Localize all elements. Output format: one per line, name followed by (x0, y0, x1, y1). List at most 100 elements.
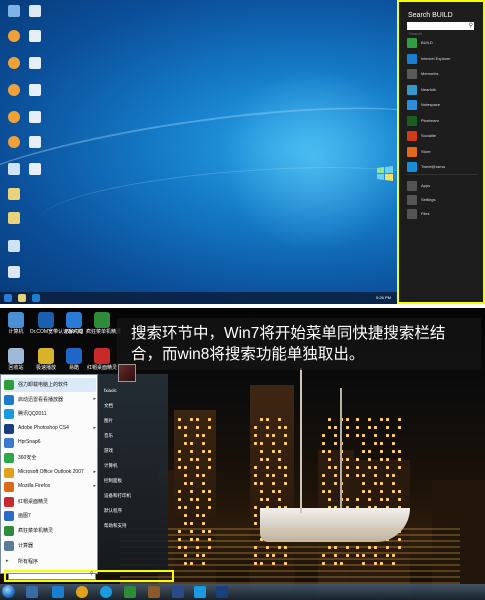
desktop-icon[interactable] (3, 57, 25, 69)
system-tray[interactable] (413, 585, 483, 599)
desktop-icon[interactable] (3, 84, 25, 96)
building-window-light (334, 466, 337, 469)
charm-app-item[interactable]: Nearfolk (407, 84, 477, 96)
folder-icon (8, 212, 20, 224)
start-menu-item[interactable]: 计算器 (4, 539, 96, 553)
charm-app-item[interactable]: BUILD (407, 37, 477, 49)
desktop-icon[interactable]: 疯狂菜单机精灵 (86, 312, 121, 335)
start-menu-place-item[interactable]: 帮助和支持 (104, 523, 127, 529)
start-menu-item[interactable]: 腾讯QQ2011 (4, 407, 96, 421)
desktop-icon[interactable] (3, 111, 25, 123)
start-menu-place-item[interactable]: fxiaolc (104, 388, 117, 393)
start-menu-item[interactable]: Microsoft Office Outlook 2007 ▸ (4, 466, 96, 480)
building-window-light (178, 490, 181, 493)
start-menu-item[interactable]: 启动迅雷看看播放器 ▸ (4, 393, 96, 407)
apps-icon (407, 181, 417, 191)
building-window-light (260, 490, 263, 493)
qq-icon[interactable] (194, 586, 206, 598)
building-window-light (284, 426, 287, 429)
charm-app-item[interactable]: Store (407, 146, 477, 158)
charm-search-box[interactable]: ⚲ (407, 22, 474, 38)
start-menu-place-item[interactable]: 控制面板 (104, 478, 122, 484)
excel-icon[interactable] (124, 586, 136, 598)
start-icon[interactable] (4, 294, 12, 302)
start-menu-place-item[interactable]: 音乐 (104, 433, 113, 439)
desktop-icon[interactable] (24, 30, 46, 42)
all-programs-button[interactable]: ▸ 所有程序 (4, 555, 96, 569)
desktop-icon[interactable]: 红帽桌面精灵 (86, 348, 118, 371)
taskbar-app-icon[interactable] (148, 586, 160, 598)
charm-category-apps[interactable]: Apps (407, 180, 477, 192)
desktop-icon[interactable] (3, 5, 25, 17)
charm-app-item[interactable]: Socialite (407, 130, 477, 142)
desktop-icon[interactable]: 回收站 (0, 348, 32, 371)
start-menu-item[interactable]: Adobe Photoshop CS4 ▸ (4, 422, 96, 436)
skype-icon[interactable] (100, 586, 112, 598)
start-menu-item[interactable]: 疯狂菜单机精灵 (4, 524, 96, 538)
charm-app-item[interactable]: Notespace (407, 99, 477, 111)
building-window-light (374, 474, 377, 477)
start-menu-place-item[interactable]: 图片 (104, 418, 113, 424)
explorer-icon[interactable] (18, 294, 26, 302)
building-window-light (398, 466, 401, 469)
building-window-light (178, 418, 181, 421)
user-avatar[interactable] (118, 364, 136, 382)
desktop-icon[interactable] (3, 212, 25, 224)
desktop-icon[interactable] (24, 111, 46, 123)
start-search-box[interactable] (8, 573, 96, 588)
taskbar-app-icon[interactable] (172, 586, 184, 598)
desktop-icon[interactable] (3, 30, 25, 42)
charm-app-item[interactable]: Picstream (407, 115, 477, 127)
start-menu-item[interactable]: HprSnap6 (4, 436, 96, 450)
building-window-light (328, 466, 331, 469)
search-icon[interactable]: ⚲ (90, 571, 94, 577)
building-window-light (254, 426, 257, 429)
desktop-icon[interactable] (3, 136, 25, 148)
building-window-light (266, 426, 269, 429)
start-menu-place-item[interactable]: 设备和打印机 (104, 493, 131, 499)
start-menu-place-item[interactable]: 默认程序 (104, 508, 122, 514)
start-menu-place-item[interactable]: 游戏 (104, 448, 113, 454)
start-menu-item[interactable]: Mozilla Firefox ▸ (4, 480, 96, 494)
building-window-light (202, 442, 205, 445)
search-icon[interactable]: ⚲ (469, 22, 473, 30)
desktop-icon[interactable] (24, 57, 46, 69)
windows8-taskbar: 5:26 PM (0, 292, 397, 304)
building-window-light (178, 506, 181, 509)
caption-text: 搜索环节中，Win7将开始菜单同快捷搜索栏结合，而win8将搜索功能单独取出。 (131, 325, 446, 363)
app-icon (8, 136, 20, 148)
start-menu-place-item[interactable]: 计算机 (104, 463, 118, 469)
chrome-icon[interactable] (76, 586, 88, 598)
desktop-icon[interactable] (3, 163, 25, 175)
app-tile-icon (407, 115, 417, 126)
desktop-icon[interactable] (3, 240, 25, 252)
start-menu-item[interactable]: 红帽桌面精灵 (4, 495, 96, 509)
start-menu-item-label: HprSnap6 (18, 439, 41, 446)
desktop-icon[interactable] (24, 84, 46, 96)
start-orb-icon[interactable] (2, 585, 15, 598)
desktop-icon[interactable] (24, 136, 46, 148)
building-window-light (380, 498, 383, 501)
building-window-light (328, 498, 331, 501)
start-menu-item[interactable]: 强力卸载电脑上的软件 (4, 378, 96, 392)
desktop-icon[interactable] (3, 266, 25, 278)
start-menu-place-item[interactable]: 文档 (104, 403, 113, 409)
charm-category-settings[interactable]: Settings (407, 194, 477, 206)
desktop-icon[interactable]: 计算机 (0, 312, 32, 335)
desktop-icon[interactable] (3, 188, 25, 200)
start-menu-item[interactable]: 360安全 (4, 451, 96, 465)
building-window-light (346, 434, 349, 437)
charm-app-item[interactable]: Internet Explorer (407, 53, 477, 65)
desktop-icon[interactable] (24, 5, 46, 17)
photoshop-icon[interactable] (216, 586, 228, 598)
internet-explorer-icon[interactable] (52, 586, 64, 598)
building-window-light (202, 490, 205, 493)
charm-category-files[interactable]: Files (407, 208, 477, 220)
charm-app-item[interactable]: Tweet@rama (407, 161, 477, 173)
building-window-light (374, 482, 377, 485)
taskbar-app-icon[interactable] (26, 586, 38, 598)
desktop-icon[interactable] (24, 163, 46, 175)
internet-explorer-icon[interactable] (32, 294, 40, 302)
start-menu-item[interactable]: 画图7 (4, 509, 96, 523)
charm-app-item[interactable]: Memories (407, 68, 477, 80)
